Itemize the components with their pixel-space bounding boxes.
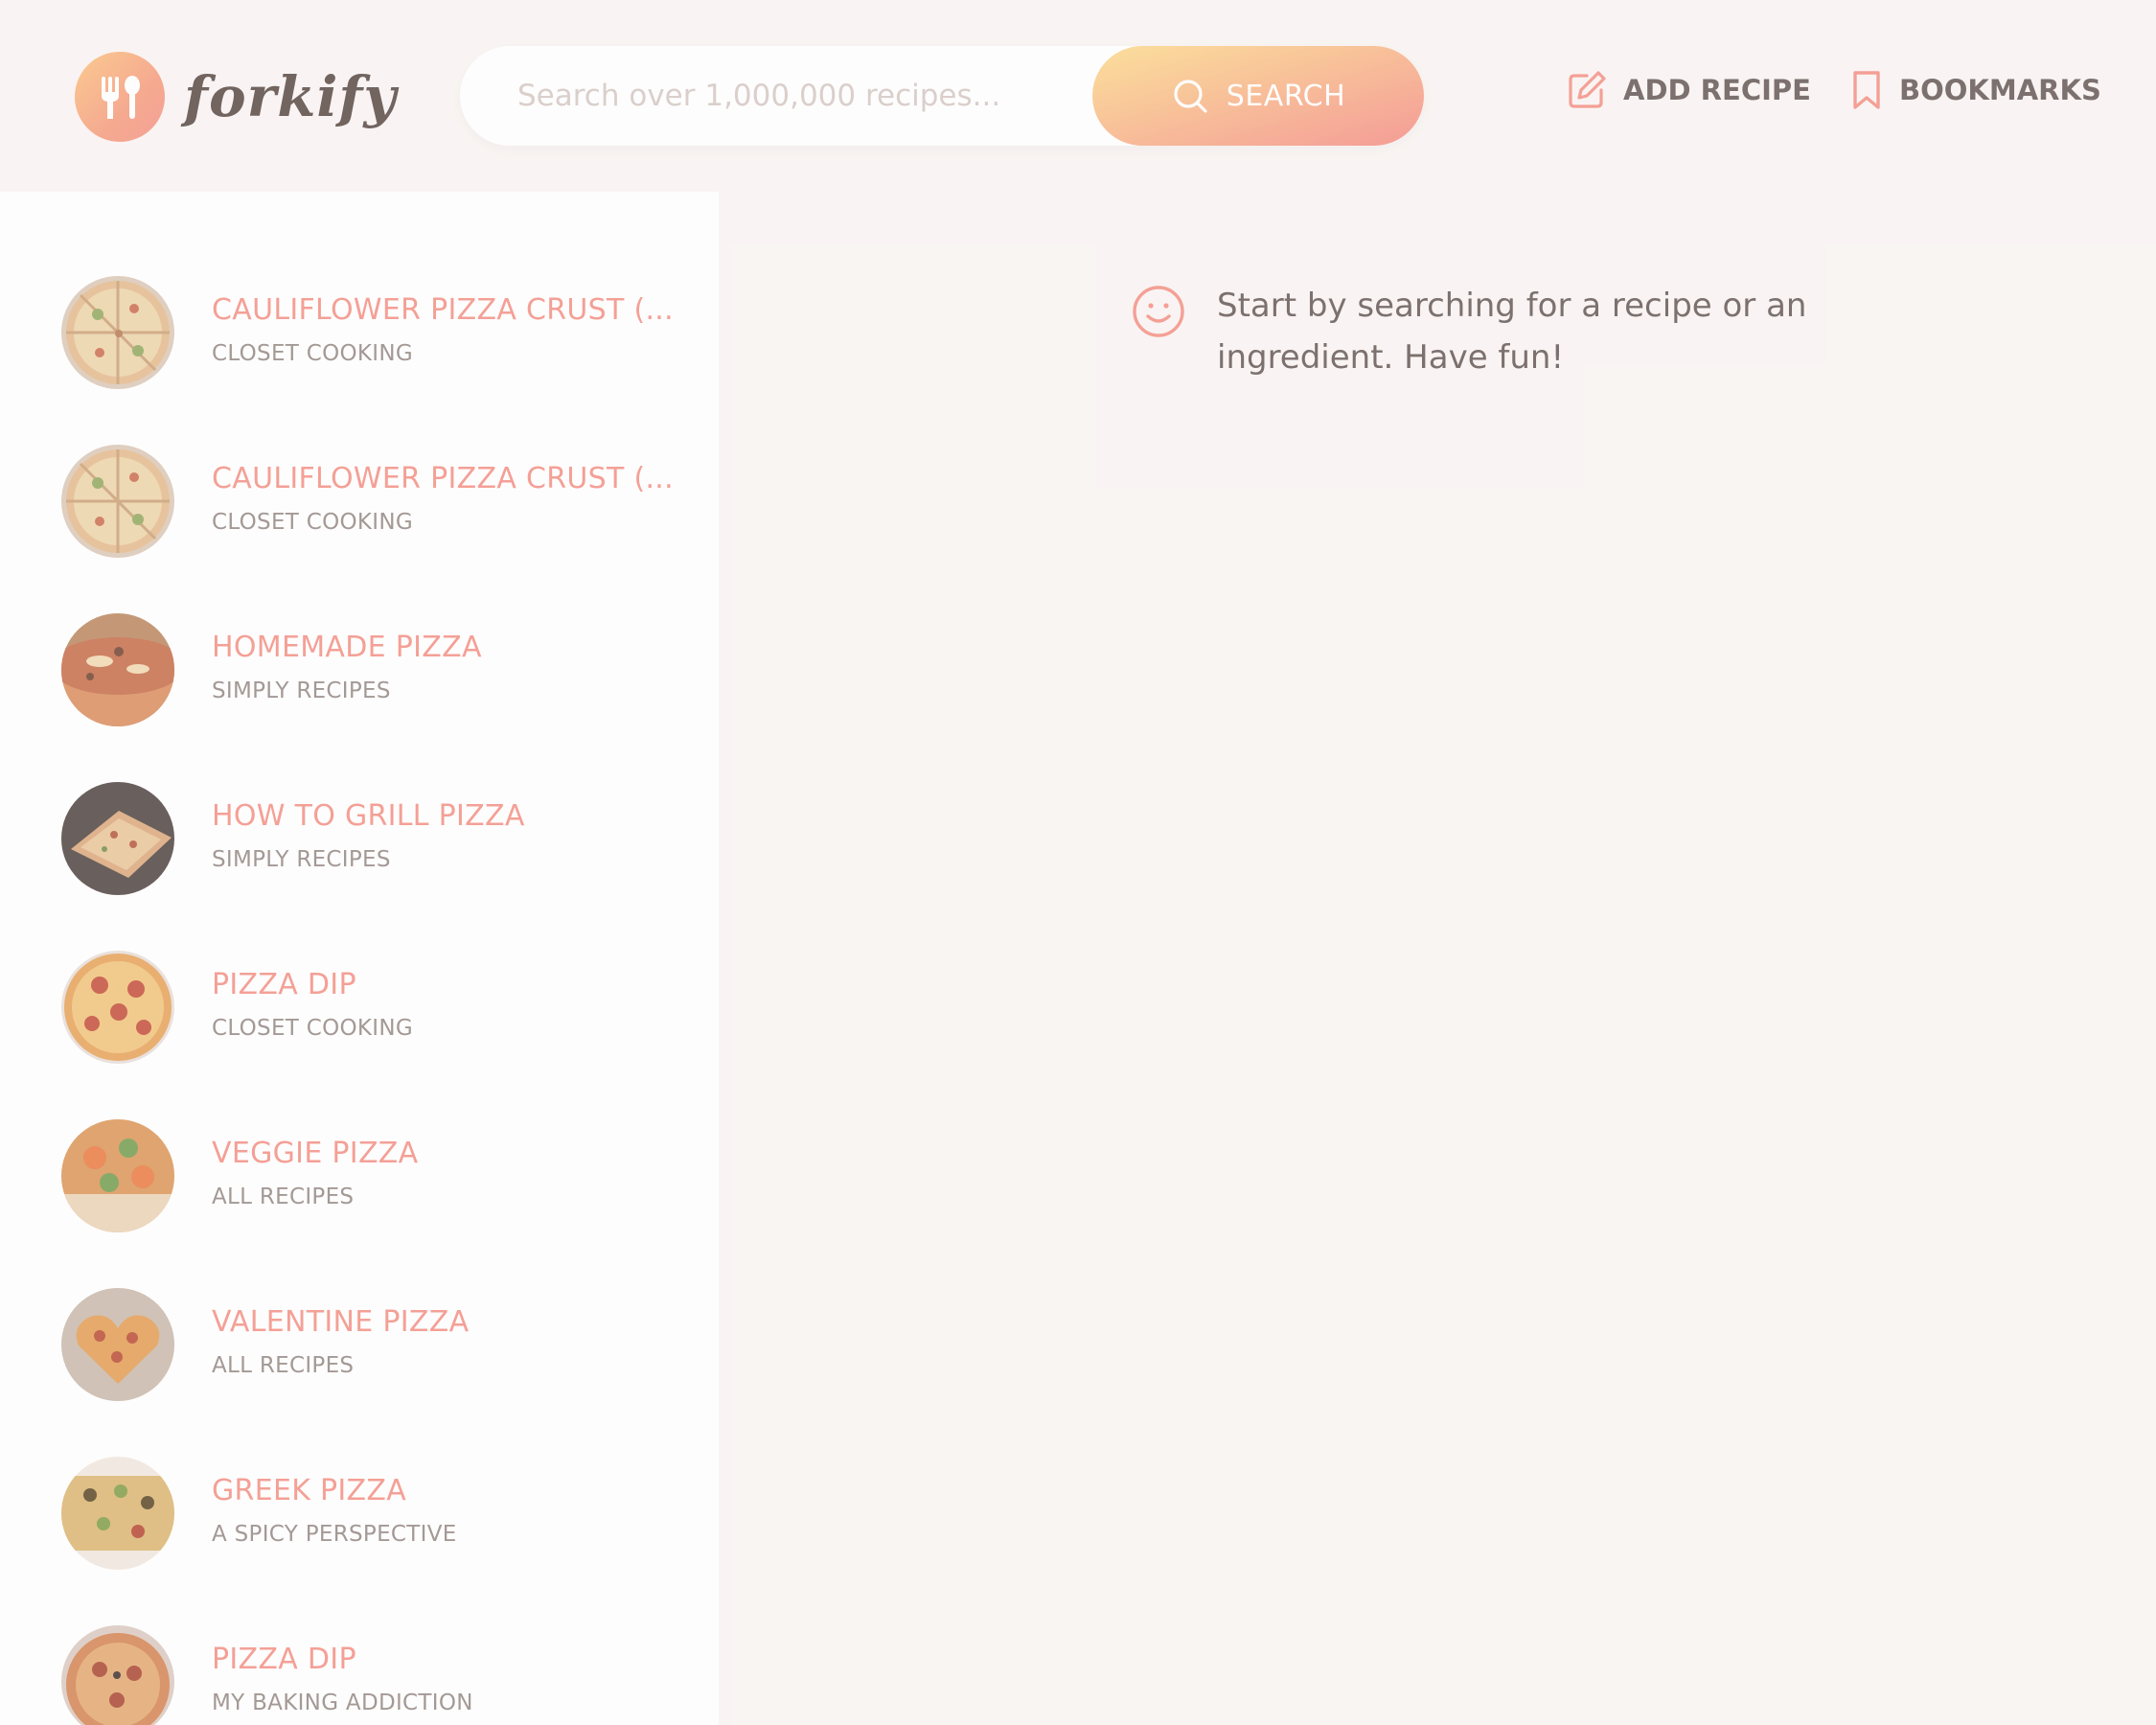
result-item[interactable]: VEGGIE PIZZA ALL RECIPES — [0, 1119, 719, 1288]
header: forkify SEARCH ADD RECIPE BOOKMARKS — [0, 0, 2156, 192]
result-item[interactable]: GREEK PIZZA A SPICY PERSPECTIVE — [0, 1457, 719, 1625]
recipe-publisher: A SPICY PERSPECTIVE — [212, 1522, 457, 1547]
recipe-thumbnail — [61, 445, 174, 558]
logo-text: forkify — [184, 64, 398, 129]
search-button[interactable]: SEARCH — [1092, 46, 1424, 146]
recipe-thumbnail — [61, 1119, 174, 1232]
result-item[interactable]: CAULIFLOWER PIZZA CRUST (... CLOSET COOK… — [0, 445, 719, 613]
fork-spoon-icon — [75, 52, 165, 142]
recipe-thumbnail — [61, 1625, 174, 1725]
recipe-publisher: ALL RECIPES — [212, 1353, 355, 1378]
recipe-thumbnail — [61, 1288, 174, 1401]
result-item[interactable]: HOW TO GRILL PIZZA SIMPLY RECIPES — [0, 782, 719, 951]
result-item[interactable]: PIZZA DIP MY BAKING ADDICTION — [0, 1625, 719, 1725]
add-recipe-label: ADD RECIPE — [1623, 74, 1811, 106]
result-item[interactable]: CAULIFLOWER PIZZA CRUST (... CLOSET COOK… — [0, 276, 719, 445]
recipe-publisher: CLOSET COOKING — [212, 341, 414, 366]
recipe-publisher: MY BAKING ADDICTION — [212, 1690, 473, 1715]
bookmark-icon — [1853, 71, 1880, 109]
recipe-title: HOW TO GRILL PIZZA — [212, 799, 525, 833]
search-bar: SEARCH — [460, 46, 1424, 146]
recipe-publisher: ALL RECIPES — [212, 1184, 355, 1209]
recipe-title: CAULIFLOWER PIZZA CRUST (... — [212, 462, 674, 495]
recipe-title: PIZZA DIP — [212, 1643, 356, 1676]
recipe-thumbnail — [61, 613, 174, 726]
recipe-publisher: SIMPLY RECIPES — [212, 678, 391, 703]
recipe-title: GREEK PIZZA — [212, 1474, 407, 1507]
recipe-thumbnail — [61, 1457, 174, 1570]
result-item[interactable]: HOMEMADE PIZZA SIMPLY RECIPES — [0, 613, 719, 782]
recipe-title: VEGGIE PIZZA — [212, 1137, 419, 1170]
search-button-label: SEARCH — [1226, 79, 1346, 113]
bookmarks-button[interactable]: BOOKMARKS — [1849, 69, 2101, 111]
search-results: CAULIFLOWER PIZZA CRUST (... CLOSET COOK… — [0, 192, 719, 1725]
recipe-thumbnail — [61, 276, 174, 389]
recipe-publisher: CLOSET COOKING — [212, 510, 414, 535]
search-icon — [1174, 80, 1207, 113]
start-message-text: Start by searching for a recipe or an in… — [1217, 287, 1807, 377]
recipe-publisher: CLOSET COOKING — [212, 1016, 414, 1041]
recipe-title: PIZZA DIP — [212, 968, 356, 1001]
recipe-title: CAULIFLOWER PIZZA CRUST (... — [212, 293, 674, 327]
logo[interactable]: forkify — [75, 52, 397, 142]
recipe-publisher: SIMPLY RECIPES — [212, 847, 391, 872]
recipe-title: HOMEMADE PIZZA — [212, 631, 482, 664]
recipe-thumbnail — [61, 951, 174, 1064]
bookmarks-label: BOOKMARKS — [1899, 74, 2101, 106]
edit-icon — [1569, 71, 1606, 108]
recipe-title: VALENTINE PIZZA — [212, 1305, 470, 1339]
smile-icon — [1133, 286, 1184, 337]
result-item[interactable]: VALENTINE PIZZA ALL RECIPES — [0, 1288, 719, 1457]
result-item[interactable]: PIZZA DIP CLOSET COOKING — [0, 951, 719, 1119]
search-input[interactable] — [517, 46, 1054, 146]
add-recipe-button[interactable]: ADD RECIPE — [1566, 69, 1811, 111]
recipe-thumbnail — [61, 782, 174, 895]
